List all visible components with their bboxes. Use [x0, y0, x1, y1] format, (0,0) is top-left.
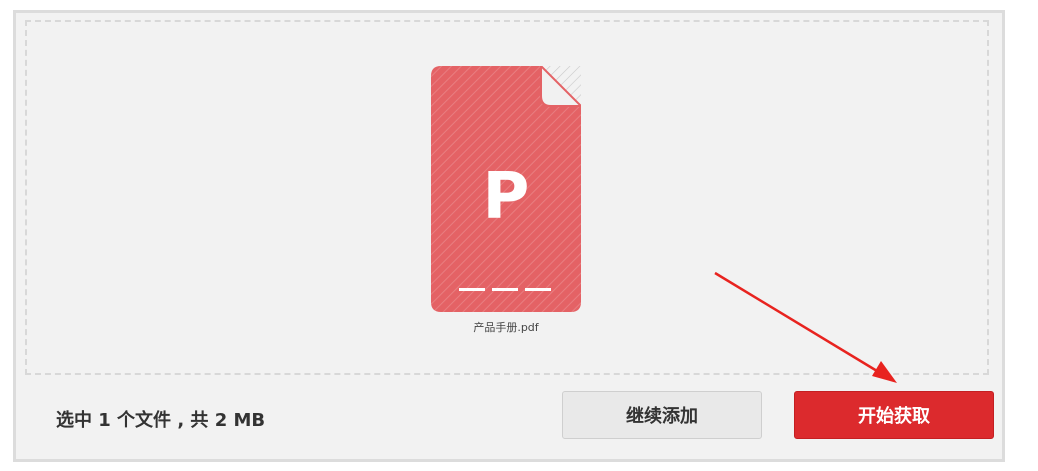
pdf-file-icon: P	[431, 66, 581, 312]
file-name: 产品手册.pdf	[473, 321, 539, 334]
file-drop-zone[interactable]: P 产品手册.pdf	[25, 20, 989, 375]
selection-summary: 选中 1 个文件 , 共 2 MB	[56, 410, 266, 431]
start-button[interactable]: 开始获取	[794, 391, 994, 439]
upload-panel: P 产品手册.pdf 选中 1 个文件 , 共 2 MB 继续添加 开始获取	[13, 10, 1005, 462]
file-card[interactable]: P 产品手册.pdf	[431, 66, 581, 334]
file-type-letter: P	[483, 160, 530, 234]
continue-add-button[interactable]: 继续添加	[562, 391, 762, 439]
